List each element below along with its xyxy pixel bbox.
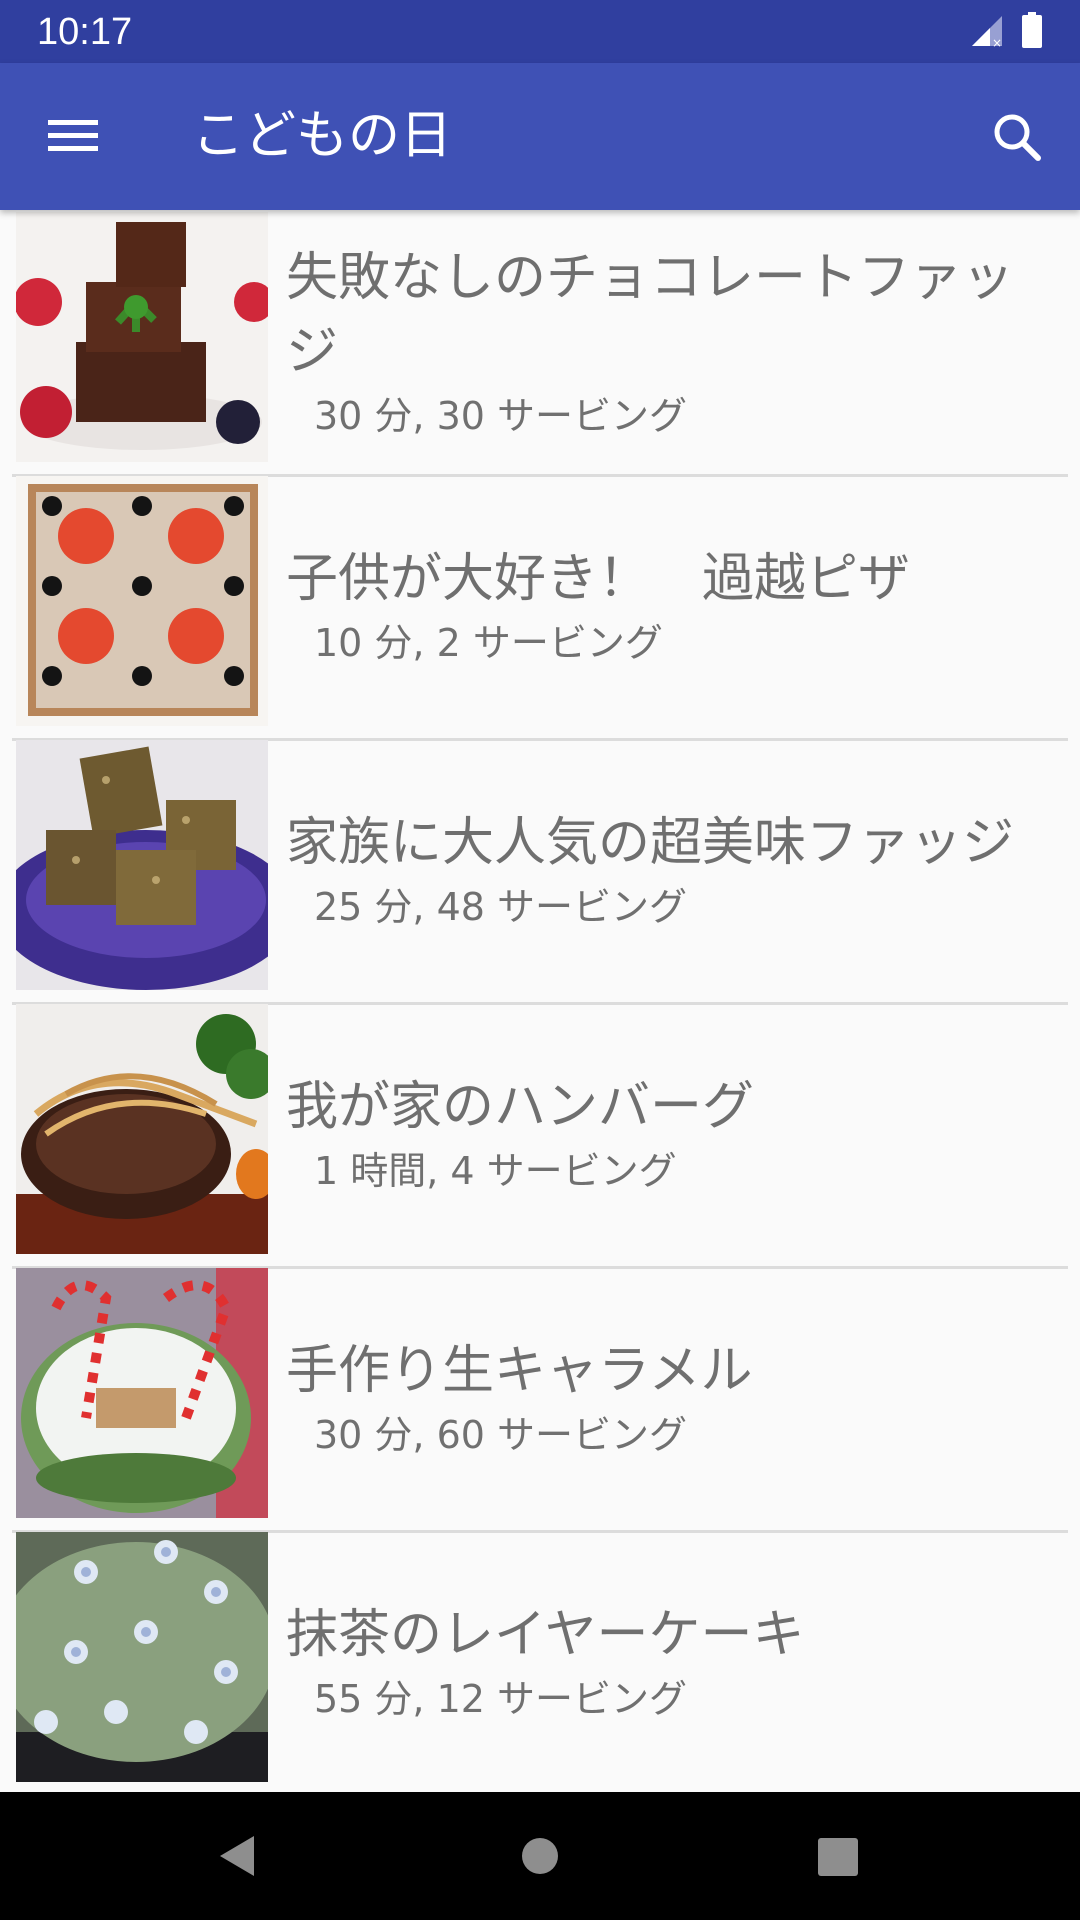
battery-full-icon <box>1022 12 1042 48</box>
svg-text:×: × <box>992 36 1002 48</box>
matzo-pizza-photo <box>16 476 268 726</box>
recents-button[interactable] <box>816 1832 860 1880</box>
recipe-meta: 10 分, 2 サービング <box>314 621 663 665</box>
recipe-thumbnail <box>16 1268 268 1518</box>
recipe-list-item[interactable]: 失敗なしのチョコレートファッジ 30 分, 30 サービング <box>12 210 1068 477</box>
recipe-meta: 30 分, 30 サービング <box>314 394 688 438</box>
page-title: こどもの日 <box>192 106 453 166</box>
recipe-thumbnail <box>16 1532 268 1782</box>
recipe-thumbnail <box>16 476 268 726</box>
status-time: 10:17 <box>37 11 133 53</box>
recipe-thumbnail <box>16 1004 268 1254</box>
recents-square-icon <box>818 1838 858 1876</box>
recipe-title: 手作り生キャラメル <box>286 1341 753 1401</box>
caramel-candy-cane-photo <box>16 1268 268 1518</box>
app-bar: こどもの日 <box>0 63 1080 210</box>
home-circle-icon <box>522 1838 558 1874</box>
recipe-thumbnail <box>16 212 268 462</box>
recipe-title: 家族に大人気の超美味ファッジ <box>286 813 1015 873</box>
recipe-list-item[interactable]: 子供が大好き！ 過越ピザ 10 分, 2 サービング <box>12 474 1068 741</box>
chocolate-fudge-photo <box>16 212 268 462</box>
recipe-list-item[interactable]: 家族に大人気の超美味ファッジ 25 分, 48 サービング <box>12 738 1068 1005</box>
fudge-on-plate-photo <box>16 740 268 990</box>
system-navigation-bar <box>0 1792 1080 1920</box>
recipe-meta: 25 分, 48 サービング <box>314 885 688 929</box>
home-button[interactable] <box>518 1832 562 1880</box>
back-button[interactable] <box>214 1832 262 1880</box>
recipe-meta: 55 分, 12 サービング <box>314 1677 688 1721</box>
recipe-title: 我が家のハンバーグ <box>286 1077 755 1137</box>
signal-no-data-icon: × <box>972 16 1002 48</box>
recipe-list-item[interactable]: 我が家のハンバーグ 1 時間, 4 サービング <box>12 1002 1068 1269</box>
search-button[interactable] <box>982 102 1054 174</box>
back-triangle-icon <box>220 1836 254 1876</box>
recipe-meta: 30 分, 60 サービング <box>314 1413 688 1457</box>
hamburger-menu-icon <box>48 120 98 151</box>
recipe-title: 失敗なしのチョコレートファッジ <box>286 248 1015 382</box>
recipe-list-item[interactable]: 手作り生キャラメル 30 分, 60 サービング <box>12 1266 1068 1533</box>
menu-button[interactable] <box>36 108 108 164</box>
recipe-list: 失敗なしのチョコレートファッジ 30 分, 30 サービング 子供が大好き！ 過… <box>0 210 1080 1792</box>
recipe-thumbnail <box>16 740 268 990</box>
matcha-cake-photo <box>16 1532 268 1782</box>
recipe-title: 子供が大好き！ 過越ピザ <box>286 549 911 609</box>
recipe-meta: 1 時間, 4 サービング <box>314 1149 677 1193</box>
recipe-list-item[interactable]: 抹茶のレイヤーケーキ 55 分, 12 サービング <box>12 1530 1068 1792</box>
search-icon <box>994 114 1041 161</box>
hamburg-steak-photo <box>16 1004 268 1254</box>
recipe-title: 抹茶のレイヤーケーキ <box>286 1605 805 1665</box>
status-bar: 10:17 × <box>0 0 1080 63</box>
